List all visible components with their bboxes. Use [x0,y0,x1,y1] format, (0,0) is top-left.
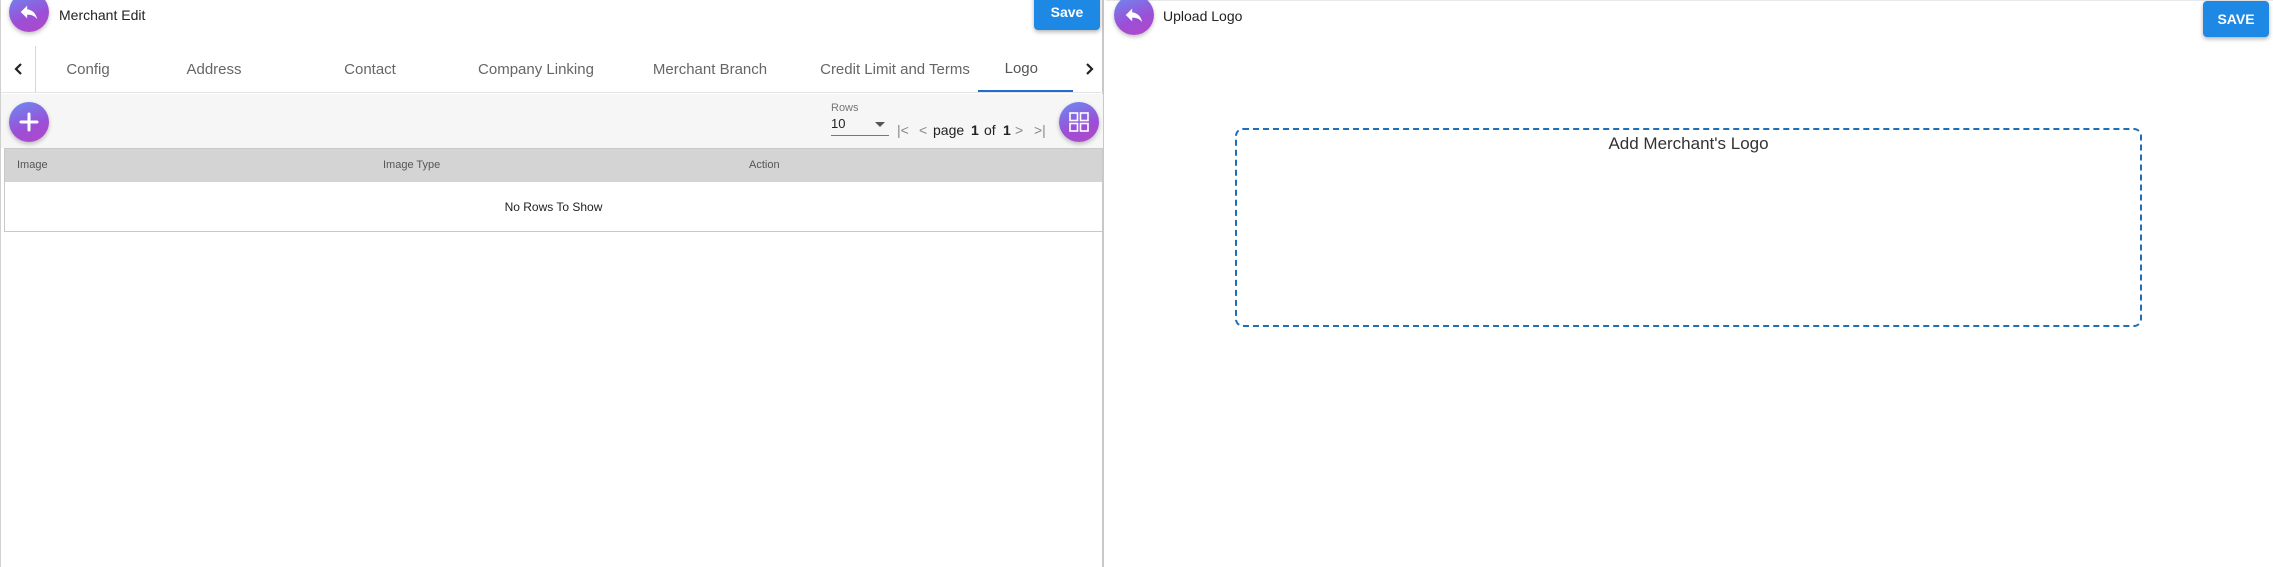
back-button[interactable] [1114,0,1154,35]
empty-table-message: No Rows To Show [504,200,603,214]
save-button[interactable]: SAVE [2203,1,2269,37]
tab-company-linking[interactable]: Company Linking [446,46,626,92]
prev-page-button[interactable]: < [919,122,927,138]
tab-scroller: Config Address Contact Company Linking M… [35,46,1073,92]
tab-label: Config [66,60,110,78]
tab-label: Credit Limit and Terms [820,60,970,78]
plus-icon [19,112,39,132]
first-page-button[interactable]: |< [897,122,909,138]
tab-merchant-branch[interactable]: Merchant Branch [620,46,800,92]
table-body: No Rows To Show [5,182,1102,231]
tab-scroll-left-button[interactable] [5,46,33,92]
tab-address[interactable]: Address [150,46,278,92]
total-pages: 1 [1003,122,1011,138]
back-button[interactable] [9,0,49,32]
upload-logo-panel: Upload Logo SAVE Add Merchant's Logo [1106,0,2273,567]
rows-per-page-select[interactable]: 10 [831,116,889,136]
next-page-button[interactable]: > [1015,122,1023,138]
rows-label: Rows [831,102,859,114]
rows-value: 10 [831,116,846,131]
dropzone-label: Add Merchant's Logo [1608,134,1769,153]
tab-label: Merchant Branch [652,60,768,78]
tab-config[interactable]: Config [36,46,148,92]
app-root: Merchant Edit Save Config Address Contac… [0,0,2273,567]
tab-label: Address [186,60,242,78]
back-arrow-icon [1125,8,1143,23]
tab-bar: Config Address Contact Company Linking M… [1,46,1103,93]
tab-contact[interactable]: Contact [306,46,434,92]
column-header-image[interactable]: Image [17,159,48,171]
grid-view-icon [1069,112,1089,132]
column-header-image-type[interactable]: Image Type [383,159,440,171]
chevron-left-icon [14,63,22,75]
page-title: Upload Logo [1163,8,1243,24]
current-page: 1 [971,122,979,138]
logo-table: Image Image Type Action No Rows To Show [4,148,1103,232]
grid-toolbar: Rows 10 |< < page 1 of 1 > >| [1,94,1103,148]
last-page-button[interactable]: >| [1034,122,1046,138]
tab-logo[interactable]: Logo [978,46,1073,92]
logo-dropzone[interactable]: Add Merchant's Logo [1235,128,2142,327]
of-word: of [984,122,996,138]
chevron-right-icon [1086,63,1094,75]
merchant-edit-panel: Merchant Edit Save Config Address Contac… [0,0,1104,567]
tab-label: Logo [1004,59,1038,77]
save-button[interactable]: Save [1034,0,1100,30]
tab-credit-limit-and-terms[interactable]: Credit Limit and Terms [788,46,1002,92]
tab-scroll-right-button[interactable] [1075,46,1103,92]
tab-label: Contact [344,60,396,78]
column-header-action[interactable]: Action [749,159,780,171]
chevron-down-icon [875,122,885,127]
tab-label: Company Linking [478,60,594,78]
back-arrow-icon [20,5,38,20]
page-title: Merchant Edit [59,7,146,23]
add-button[interactable] [9,102,49,142]
table-header: Image Image Type Action [5,149,1102,182]
page-word: page [933,122,965,138]
grid-view-button[interactable] [1059,102,1099,142]
